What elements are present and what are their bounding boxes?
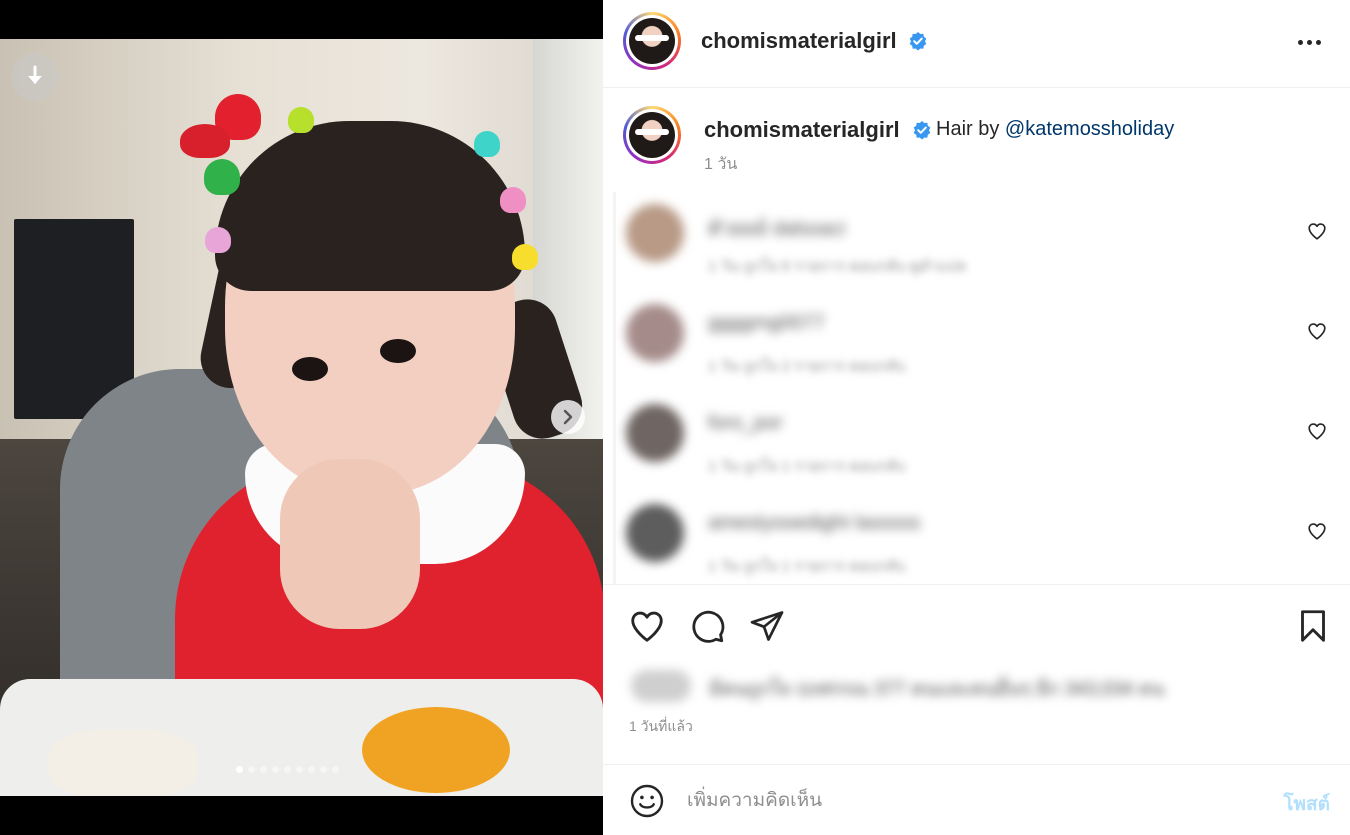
like-button[interactable] bbox=[627, 607, 667, 647]
carousel-dot bbox=[260, 766, 267, 773]
caption-username[interactable]: chomismaterialgirl bbox=[704, 117, 900, 143]
caption-text: Hair by @katemossholiday bbox=[936, 118, 1174, 141]
emoji-smiley-icon bbox=[630, 784, 664, 818]
comment-like-button[interactable] bbox=[1305, 320, 1329, 344]
share-button[interactable] bbox=[747, 607, 787, 647]
post-sidebar: chomismaterialgirl chomismaterialgirl Ha… bbox=[603, 0, 1350, 835]
comment-like-button[interactable] bbox=[1305, 420, 1329, 444]
verified-badge-icon bbox=[913, 121, 931, 140]
instagram-post-modal: chomismaterialgirl chomismaterialgirl Ha… bbox=[0, 0, 1350, 835]
more-options-icon bbox=[1297, 39, 1303, 45]
caption-mention-link[interactable]: @katemossholiday bbox=[1005, 118, 1174, 140]
chevron-right-icon bbox=[563, 409, 573, 425]
comment-avatar[interactable] bbox=[626, 504, 684, 562]
comment-item: ggggmg0077 1 วัน ถูกใจ 2 รายการ ตอบกลับ bbox=[616, 292, 1343, 392]
comment-avatar[interactable] bbox=[626, 304, 684, 362]
carousel-dot bbox=[284, 766, 291, 773]
photo-eye-left bbox=[292, 357, 328, 381]
post-header: chomismaterialgirl bbox=[603, 0, 1350, 88]
post-comment-button[interactable]: โพสต์ bbox=[1283, 789, 1330, 819]
heart-icon bbox=[1308, 223, 1326, 240]
comment-meta: 1 วัน ถูกใจ 6 รายการ ตอบกลับ ดูคำแปล bbox=[708, 258, 967, 275]
comment-input[interactable] bbox=[687, 785, 1247, 817]
photo-hands bbox=[280, 459, 420, 629]
photo-clip-lime bbox=[288, 107, 314, 133]
photo-pumpkin bbox=[362, 707, 510, 793]
photo-clip-green bbox=[204, 159, 240, 195]
photo-clip-teal bbox=[474, 131, 500, 157]
carousel-dot bbox=[332, 766, 339, 773]
save-button[interactable] bbox=[1293, 607, 1333, 647]
photo-noodles bbox=[48, 729, 198, 796]
paper-plane-icon bbox=[750, 610, 784, 641]
download-arrow-icon bbox=[28, 65, 42, 84]
photo-clip-red-2 bbox=[180, 124, 230, 158]
comment-text: ตัวยยย์ dalssaci bbox=[708, 218, 846, 240]
carousel-dot bbox=[236, 766, 243, 773]
comment-like-button[interactable] bbox=[1305, 520, 1329, 544]
comment-item: foro_por 1 วัน ถูกใจ 1 รายการ ตอบกลับ bbox=[616, 392, 1343, 492]
comment-text: ggggmg0077 bbox=[708, 312, 825, 334]
comment-button[interactable] bbox=[687, 607, 727, 647]
more-options-button[interactable] bbox=[1294, 30, 1324, 54]
carousel-indicator bbox=[236, 766, 339, 773]
heart-icon bbox=[1308, 523, 1326, 540]
verified-badge-icon bbox=[909, 32, 927, 51]
author-avatar[interactable] bbox=[623, 12, 681, 70]
heart-icon bbox=[1308, 323, 1326, 340]
media-pane bbox=[0, 0, 603, 835]
comment-bubble-icon bbox=[692, 610, 725, 643]
post-timestamp: 1 วันที่แล้ว bbox=[629, 718, 693, 734]
comments-list: ตัวยยย์ dalssaci 1 วัน ถูกใจ 6 รายการ ตอบ… bbox=[613, 192, 1350, 584]
author-username[interactable]: chomismaterialgirl bbox=[701, 28, 897, 54]
liked-by-text: มีคนถูกใจ ปงฟรรณ 377 คนและคนอื่นๆ อีก 34… bbox=[709, 679, 1165, 700]
heart-icon bbox=[1308, 423, 1326, 440]
comment-like-button[interactable] bbox=[1305, 220, 1329, 244]
photo-clip-lilac bbox=[205, 227, 231, 253]
carousel-dot bbox=[320, 766, 327, 773]
liked-by-avatars bbox=[631, 670, 691, 702]
comment-item: ตัวยยย์ dalssaci 1 วัน ถูกใจ 6 รายการ ตอบ… bbox=[616, 192, 1343, 292]
carousel-dot bbox=[272, 766, 279, 773]
comment-meta: 1 วัน ถูกใจ 1 รายการ ตอบกลับ bbox=[708, 558, 906, 575]
liked-by-row[interactable]: มีคนถูกใจ ปงฟรรณ 377 คนและคนอื่นๆ อีก 34… bbox=[623, 664, 1343, 708]
comment-item: amestyooedight lasssss 1 วัน ถูกใจ 1 รายก… bbox=[616, 492, 1343, 584]
photo-eye-right bbox=[380, 339, 416, 363]
bookmark-icon bbox=[1301, 609, 1325, 642]
carousel-dot bbox=[308, 766, 315, 773]
post-photo bbox=[0, 39, 603, 796]
emoji-button[interactable] bbox=[629, 783, 665, 819]
comment-avatar[interactable] bbox=[626, 404, 684, 462]
caption-timestamp: 1 วัน bbox=[704, 156, 738, 173]
comment-avatar[interactable] bbox=[626, 204, 684, 262]
carousel-next-button[interactable] bbox=[551, 400, 585, 434]
caption-prefix: Hair by bbox=[936, 118, 1000, 140]
comment-text: amestyooedight lasssss bbox=[708, 512, 921, 534]
comment-text: foro_por bbox=[708, 412, 783, 434]
carousel-dot bbox=[248, 766, 255, 773]
add-comment-bar: โพสต์ bbox=[603, 764, 1350, 835]
photo-clip-pink bbox=[500, 187, 526, 213]
caption-avatar[interactable] bbox=[623, 106, 681, 164]
comment-meta: 1 วัน ถูกใจ 2 รายการ ตอบกลับ bbox=[708, 358, 906, 375]
photo-clip-yellow bbox=[512, 244, 538, 270]
comment-meta: 1 วัน ถูกใจ 1 รายการ ตอบกลับ bbox=[708, 458, 906, 475]
heart-icon bbox=[631, 611, 663, 642]
post-actions-bar bbox=[603, 584, 1350, 664]
download-button[interactable] bbox=[11, 53, 59, 101]
carousel-dot bbox=[296, 766, 303, 773]
